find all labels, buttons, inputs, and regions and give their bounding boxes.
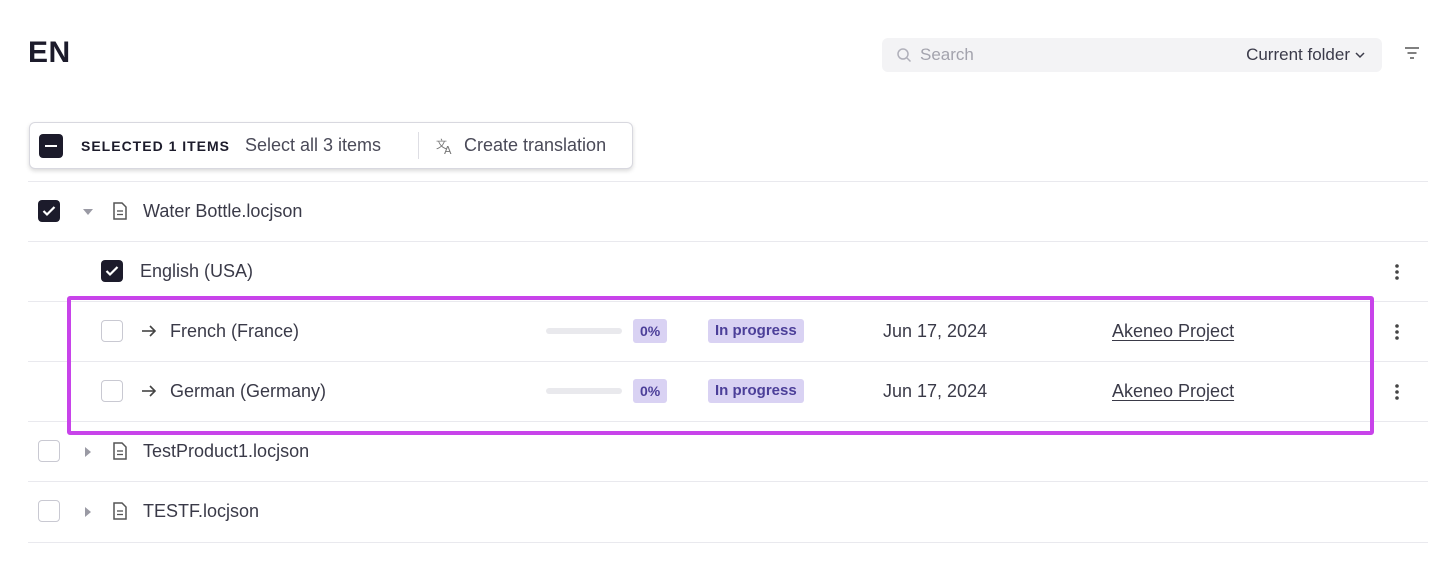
page-title: EN: [28, 36, 71, 69]
file-name[interactable]: TestProduct1.locjson: [143, 441, 309, 462]
row-checkbox[interactable]: [101, 260, 123, 282]
file-icon: [113, 442, 127, 460]
status-badge: In progress: [708, 319, 804, 343]
caret-right-icon[interactable]: [82, 446, 94, 458]
file-row[interactable]: TestProduct1.locjson: [28, 421, 1428, 482]
more-options-icon[interactable]: [1394, 263, 1400, 281]
progress-bar: [546, 328, 622, 334]
progress-badge: 0%: [633, 379, 668, 403]
search-scope-label: Current folder: [1246, 45, 1350, 64]
status-badge: In progress: [708, 379, 804, 403]
search-input[interactable]: Search: [920, 45, 974, 65]
search-scope-dropdown[interactable]: Current folder: [1246, 45, 1366, 65]
arrow-right-icon: [142, 385, 157, 397]
svg-text:A: A: [444, 144, 452, 155]
row-checkbox[interactable]: [101, 380, 123, 402]
locale-name: French (France): [170, 321, 300, 341]
search-bar[interactable]: Search Current folder: [882, 38, 1382, 72]
locale-row[interactable]: English (USA): [28, 241, 1428, 302]
translation-row[interactable]: French (France) 0% In progress Jun 17, 2…: [28, 301, 1428, 362]
project-link[interactable]: Akeneo Project: [1112, 381, 1234, 402]
translation-row[interactable]: German (Germany) 0% In progress Jun 17, …: [28, 361, 1428, 422]
locale-name: German (Germany): [170, 381, 327, 401]
date-label: Jun 17, 2024: [883, 381, 988, 401]
arrow-right-icon: [142, 325, 157, 337]
selected-count: SELECTED 1 ITEMS: [81, 138, 231, 154]
file-row[interactable]: Water Bottle.locjson: [28, 181, 1428, 242]
bulk-selection-bar: SELECTED 1 ITEMS Select all 3 items 文 A …: [29, 122, 633, 169]
create-translation-button[interactable]: Create translation: [464, 135, 606, 156]
progress-bar: [546, 388, 622, 394]
date-label: Jun 17, 2024: [883, 321, 988, 341]
select-all-button[interactable]: Select all 3 items: [245, 135, 381, 156]
file-icon: [113, 202, 127, 220]
row-checkbox[interactable]: [38, 500, 60, 522]
search-icon: [897, 48, 912, 63]
file-name[interactable]: Water Bottle.locjson: [143, 201, 302, 222]
file-name[interactable]: TESTF.locjson: [143, 501, 259, 522]
divider: [418, 132, 419, 159]
translate-icon: 文 A: [436, 137, 452, 155]
caret-down-icon[interactable]: [82, 206, 94, 218]
locale-name: English (USA): [140, 261, 254, 281]
row-checkbox[interactable]: [38, 440, 60, 462]
select-all-checkbox[interactable]: [39, 134, 63, 158]
row-checkbox[interactable]: [38, 200, 60, 222]
project-link[interactable]: Akeneo Project: [1112, 321, 1234, 342]
caret-right-icon[interactable]: [82, 506, 94, 518]
file-icon: [113, 502, 127, 520]
file-row[interactable]: TESTF.locjson: [28, 481, 1428, 543]
more-options-icon[interactable]: [1394, 383, 1400, 401]
progress-badge: 0%: [633, 319, 668, 343]
more-options-icon[interactable]: [1394, 323, 1400, 341]
chevron-down-icon: [1355, 52, 1365, 59]
row-checkbox[interactable]: [101, 320, 123, 342]
filter-icon[interactable]: [1404, 46, 1420, 60]
